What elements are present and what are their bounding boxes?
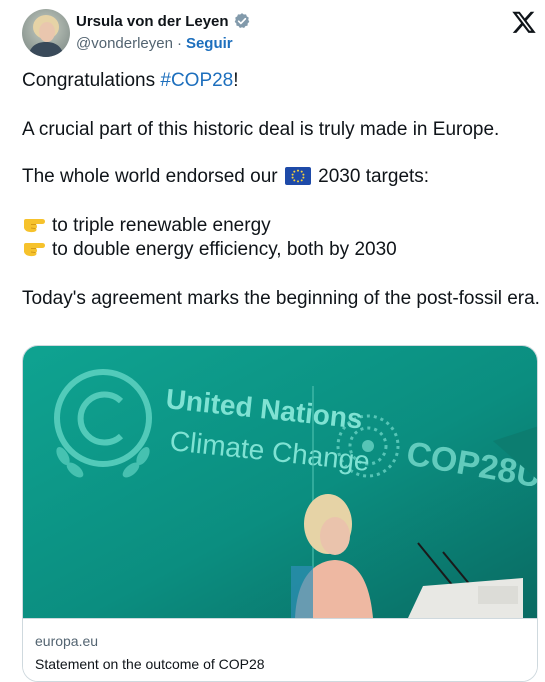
link-preview-card[interactable]: United Nations Climate Change COP28UAE e…	[22, 345, 538, 682]
avatar[interactable]	[22, 9, 70, 57]
pointing-right-icon	[22, 239, 46, 257]
handle-row: @vonderleyen · Seguir	[76, 35, 233, 52]
tweet-card: Ursula von der Leyen @vonderleyen · Segu…	[0, 0, 545, 682]
link-preview-meta[interactable]: europa.eu Statement on the outcome of CO…	[23, 618, 537, 681]
text-span: !	[233, 70, 239, 91]
text-span: The whole world endorsed our	[22, 166, 283, 187]
author-handle[interactable]: @vonderleyen	[76, 35, 173, 52]
eu-flag-icon	[284, 167, 311, 185]
follow-button[interactable]: Seguir	[186, 35, 233, 52]
bullet-2: to double energy efficiency, both by 203…	[22, 238, 397, 262]
link-preview-image[interactable]: United Nations Climate Change COP28UAE	[23, 346, 537, 618]
x-logo-icon[interactable]	[511, 9, 537, 35]
tweet-line-3: The whole world endorsed our 2030 target…	[22, 165, 429, 189]
text-span: Congratulations	[22, 70, 161, 91]
bullet-1: to triple renewable energy	[22, 214, 271, 238]
tweet-line-1: Congratulations #COP28!	[22, 69, 239, 93]
tweet-line-2: A crucial part of this historic deal is …	[22, 119, 500, 140]
separator: ·	[176, 35, 182, 52]
hashtag-link[interactable]: #COP28	[160, 70, 233, 91]
verified-badge-icon	[233, 12, 251, 30]
author-name[interactable]: Ursula von der Leyen	[76, 13, 229, 30]
pointing-right-icon	[22, 215, 46, 233]
text-span: to triple renewable energy	[52, 215, 271, 236]
link-title: Statement on the outcome of COP28	[35, 656, 265, 672]
link-domain: europa.eu	[35, 633, 99, 649]
author-row: Ursula von der Leyen	[76, 12, 251, 30]
tweet-line-6: Today's agreement marks the beginning of…	[22, 288, 540, 309]
text-span: to double energy efficiency, both by 203…	[52, 239, 397, 260]
text-span: 2030 targets:	[312, 166, 430, 187]
